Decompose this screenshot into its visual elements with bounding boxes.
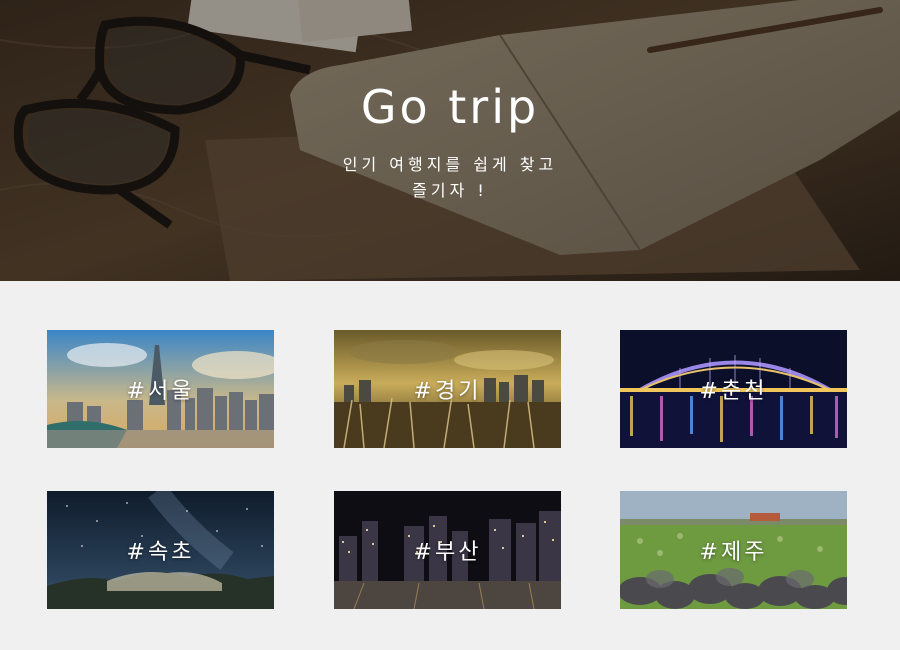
- hero-overlay: [0, 0, 900, 281]
- destination-label: #서울: [126, 379, 195, 404]
- destination-card-gyeonggi[interactable]: #경기: [334, 330, 561, 448]
- destination-card-chuncheon[interactable]: #춘천: [620, 330, 847, 448]
- destination-label: #제주: [699, 540, 768, 565]
- hero-banner: Go trip 인기 여행지를 쉽게 찾고 즐기자 !: [0, 0, 900, 281]
- hero-subtitle: 인기 여행지를 쉽게 찾고 즐기자 !: [300, 152, 600, 204]
- destination-card-jeju[interactable]: #제주: [620, 491, 847, 609]
- destination-card-seoul[interactable]: #서울: [47, 330, 274, 448]
- destination-label: #속초: [126, 540, 195, 565]
- destination-card-sokcho[interactable]: #속초: [47, 491, 274, 609]
- destination-label: #부산: [413, 540, 482, 565]
- hero-title: Go trip: [360, 80, 540, 134]
- destination-label: #춘천: [699, 379, 768, 404]
- hero-subtitle-line2: 즐기자 !: [412, 181, 488, 200]
- destination-card-busan[interactable]: #부산: [334, 491, 561, 609]
- destination-label: #경기: [413, 379, 482, 404]
- hero-subtitle-line1: 인기 여행지를 쉽게 찾고: [342, 155, 558, 174]
